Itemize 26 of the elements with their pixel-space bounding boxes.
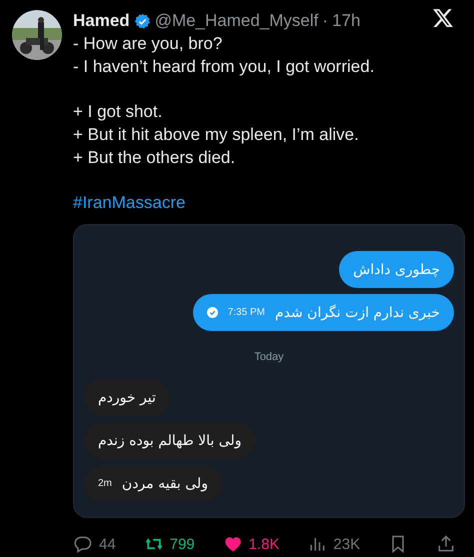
message-time: 2m xyxy=(98,478,112,489)
message-text: تیر خوردم xyxy=(98,390,156,406)
hashtag-link[interactable]: #IranMassacre xyxy=(73,191,186,214)
reply-icon xyxy=(73,534,93,554)
post-text-line: + I got shot. xyxy=(73,101,164,123)
post-time[interactable]: 17h xyxy=(332,11,360,31)
heart-icon xyxy=(222,534,243,554)
retweet-button[interactable]: 799 xyxy=(144,534,195,554)
post-text-line: + But it hit above my spleen, I’m alive. xyxy=(73,124,360,146)
message-text: ولی بقیه مردن xyxy=(122,476,208,492)
message-text: خبری ندارم ازت نگران شدم xyxy=(274,304,440,320)
like-button[interactable]: 1.8K xyxy=(222,534,280,554)
post-text-line: - I haven’t heard from you, I got worried. xyxy=(73,56,376,78)
post-text-line: + But the others died. xyxy=(73,147,236,169)
reply-button[interactable]: 44 xyxy=(73,534,116,554)
author-name[interactable]: Hamed xyxy=(73,11,130,31)
separator-dot: · xyxy=(322,11,328,31)
share-icon[interactable] xyxy=(436,534,456,554)
views-button[interactable]: 23K xyxy=(307,534,360,554)
message-text: چطوری داداش xyxy=(353,262,440,278)
message-text: ولی بالا طهالم بوده زندم xyxy=(98,432,242,448)
x-logo-icon[interactable] xyxy=(432,7,454,29)
post-text-line: - How are you, bro? xyxy=(73,33,224,55)
author-handle[interactable]: @Me_Hamed_Myself xyxy=(154,11,318,31)
date-divider: Today xyxy=(254,351,284,363)
message-time: 7:35 PM xyxy=(228,307,265,318)
